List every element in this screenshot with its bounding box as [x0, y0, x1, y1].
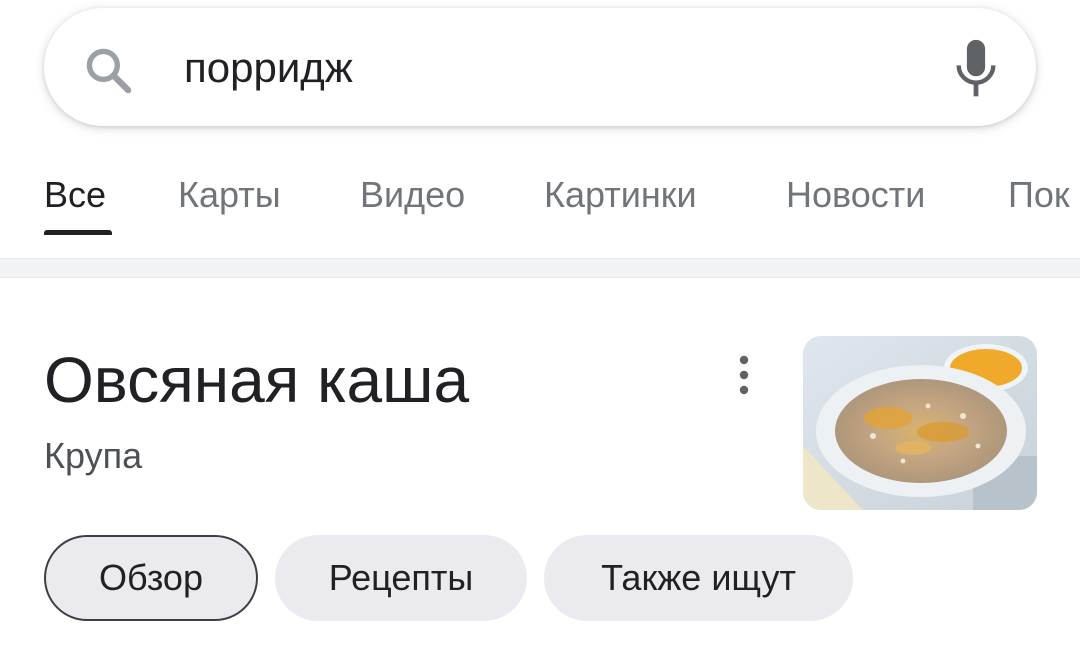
- chip-also-searched[interactable]: Также ищут: [544, 535, 853, 621]
- search-bar[interactable]: порридж: [44, 8, 1036, 126]
- tab-all[interactable]: Все: [44, 172, 106, 218]
- tab-maps[interactable]: Карты: [178, 172, 281, 218]
- knowledge-panel-title: Овсяная каша: [44, 344, 470, 416]
- search-input[interactable]: порридж: [184, 38, 353, 98]
- more-vert-icon[interactable]: [724, 350, 764, 400]
- tab-shopping[interactable]: Пок: [1008, 172, 1070, 218]
- mic-icon[interactable]: [954, 38, 998, 100]
- tab-news[interactable]: Новости: [786, 172, 925, 218]
- knowledge-panel-subtitle: Крупа: [44, 435, 143, 476]
- search-icon[interactable]: [82, 44, 136, 98]
- oatmeal-bowl-image[interactable]: [803, 336, 1037, 510]
- tab-images[interactable]: Картинки: [544, 172, 697, 218]
- active-tab-indicator: [44, 230, 112, 235]
- search-tabs: Все Карты Видео Картинки Новости Пок: [0, 150, 1080, 240]
- chip-overview[interactable]: Обзор: [44, 535, 258, 621]
- chip-recipes[interactable]: Рецепты: [275, 535, 527, 621]
- section-divider: [0, 258, 1080, 278]
- tab-video[interactable]: Видео: [360, 172, 465, 218]
